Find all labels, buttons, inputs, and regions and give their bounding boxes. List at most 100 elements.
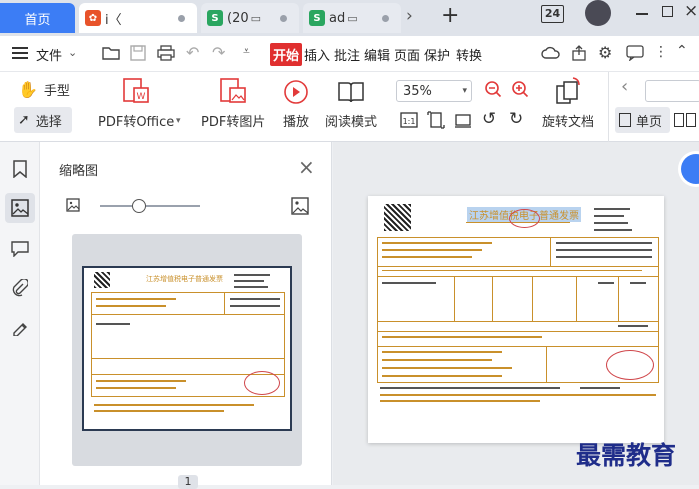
seller-seal-stamp-icon	[606, 350, 654, 380]
qr-code-icon	[384, 204, 411, 231]
hand-tool-label: 手型	[43, 84, 70, 99]
open-book-icon	[336, 77, 366, 107]
open-folder-icon[interactable]	[102, 45, 120, 65]
tab-close-icon[interactable]	[280, 14, 287, 22]
menu-comment[interactable]: 批注	[334, 45, 360, 64]
minimize-icon[interactable]	[636, 13, 648, 15]
cloud-sync-icon[interactable]	[541, 45, 561, 65]
ai-assistant-button[interactable]	[681, 154, 699, 184]
small-thumbnail-icon[interactable]	[66, 198, 80, 216]
tab-bar: 首页 ✿ i〈 S (20 ▭ S ad ▭ › + 24 ×	[0, 0, 699, 36]
rotate-document-label: 旋转文档	[542, 115, 595, 130]
single-page-button[interactable]: 单页	[615, 107, 670, 133]
menu-convert[interactable]: 转换	[456, 45, 482, 64]
tab-home-label: 首页	[24, 12, 51, 28]
pdf-to-image-button[interactable]: PDF转图片	[201, 77, 265, 130]
document-canvas[interactable]: 江苏增值税电子普通发票 最需教育	[333, 142, 699, 485]
tab-home[interactable]: 首页	[0, 3, 75, 33]
ribbon-divider	[608, 72, 609, 142]
cursor-arrow-icon: ➚	[18, 112, 30, 128]
menu-edit[interactable]: 编辑	[364, 45, 390, 64]
thumbnail-view-icon[interactable]	[5, 193, 35, 223]
thumbnail-panel-title: 缩略图	[59, 164, 99, 179]
thumbnail-invoice-image: 江苏增值税电子普通发票	[82, 266, 292, 431]
settings-gear-icon[interactable]: ⚙	[598, 43, 612, 62]
tab-sheet-2[interactable]: S ad ▭	[303, 3, 401, 33]
hamburger-menu-icon[interactable]	[12, 46, 28, 64]
undo-icon[interactable]: ↶	[186, 43, 199, 62]
tax-seal-icon	[509, 209, 540, 228]
print-icon[interactable]	[157, 45, 175, 65]
thumbnail-size-slider[interactable]	[100, 205, 200, 207]
zoom-out-icon[interactable]	[484, 80, 502, 102]
monitor-icon: ▭	[347, 11, 358, 25]
close-window-icon[interactable]: ×	[684, 1, 698, 21]
file-menu[interactable]: 文件	[36, 45, 62, 64]
attachment-icon[interactable]	[5, 273, 35, 303]
select-tool-label: 选择	[35, 114, 62, 130]
signature-icon[interactable]	[5, 312, 35, 342]
new-tab-button[interactable]: +	[441, 3, 459, 28]
qr-code-icon	[94, 272, 110, 288]
thumbnail-size-slider-handle[interactable]	[132, 199, 146, 213]
zoom-value: 35%	[403, 83, 432, 99]
tab-close-icon[interactable]	[178, 14, 185, 22]
scroll-left-icon[interactable]: ‹	[621, 76, 628, 97]
page-number-input[interactable]	[645, 80, 699, 102]
thumbnail-panel: 缩略图 × 江苏增值税电子普通发票 1	[40, 142, 332, 489]
collapse-ribbon-icon[interactable]: ⌃	[676, 43, 688, 59]
rotate-document-icon	[553, 77, 583, 107]
chevron-down-icon: ▾	[462, 86, 467, 96]
play-button[interactable]: 播放	[281, 77, 311, 130]
left-tool-rail	[0, 142, 40, 485]
single-page-label: 单页	[636, 114, 663, 130]
bookmark-icon[interactable]	[5, 154, 35, 184]
hand-tool-button[interactable]: ✋ 手型	[18, 80, 70, 99]
large-thumbnail-icon[interactable]	[291, 197, 309, 219]
pdf-to-image-label: PDF转图片	[201, 115, 266, 130]
quick-access-dropdown-icon[interactable]: ⩡	[243, 44, 250, 59]
document-page-invoice: 江苏增值税电子普通发票	[368, 196, 664, 443]
actual-size-icon[interactable]: 1:1	[400, 112, 418, 132]
sheet-doc-icon: S	[309, 10, 325, 26]
thumbnail-page-1[interactable]: 江苏增值税电子普通发票	[72, 234, 302, 466]
share-icon[interactable]	[571, 45, 587, 65]
play-label: 播放	[282, 115, 309, 130]
rotate-left-icon[interactable]: ↺	[482, 109, 496, 129]
monitor-icon: ▭	[250, 11, 262, 25]
double-page-button[interactable]	[674, 107, 696, 133]
ribbon-toolbar: ✋ 手型 ➚ 选择 W PDF转Office ▾ PDF转图片 播放 阅读模式 …	[0, 72, 699, 142]
more-options-icon[interactable]: ⋮	[654, 44, 668, 60]
pdf-to-office-button[interactable]: W PDF转Office	[98, 77, 174, 130]
maximize-icon[interactable]	[662, 6, 673, 17]
avatar[interactable]	[585, 0, 611, 26]
menu-start[interactable]: 开始	[270, 43, 303, 66]
menu-insert[interactable]: 插入	[304, 45, 330, 64]
fit-width-icon[interactable]	[454, 111, 472, 133]
zoom-in-icon[interactable]	[511, 80, 529, 102]
watermark-text: 最需教育	[576, 441, 677, 470]
feedback-icon[interactable]	[626, 45, 644, 65]
zoom-select[interactable]: 35% ▾	[396, 80, 472, 102]
tab-close-icon[interactable]	[382, 14, 389, 22]
close-panel-icon[interactable]: ×	[298, 155, 315, 179]
redo-icon[interactable]: ↷	[212, 43, 225, 62]
svg-text:1:1: 1:1	[403, 117, 416, 126]
sheet-doc-icon: S	[207, 10, 223, 26]
rotate-document-button[interactable]: 旋转文档	[542, 77, 594, 130]
tab-document-active[interactable]: ✿ i〈	[79, 3, 197, 33]
pdf-to-office-dropdown-icon[interactable]: ▾	[176, 116, 181, 126]
tabs-scroll-right-icon[interactable]: ›	[406, 6, 413, 26]
comment-icon[interactable]	[5, 234, 35, 264]
menu-protect[interactable]: 保护	[424, 45, 450, 64]
tab-sheet-1[interactable]: S (20 ▭	[201, 3, 299, 33]
workspace-badge[interactable]: 24	[541, 5, 564, 23]
save-icon[interactable]	[130, 45, 146, 65]
menu-page[interactable]: 页面	[394, 45, 420, 64]
rotate-right-icon[interactable]: ↻	[509, 109, 523, 129]
tab-active-label: i〈	[105, 12, 122, 28]
chevron-down-icon[interactable]: ⌄	[68, 46, 77, 59]
fit-page-icon[interactable]	[427, 111, 445, 133]
read-mode-button[interactable]: 阅读模式	[325, 77, 377, 130]
select-tool-button[interactable]: ➚ 选择	[14, 107, 72, 133]
